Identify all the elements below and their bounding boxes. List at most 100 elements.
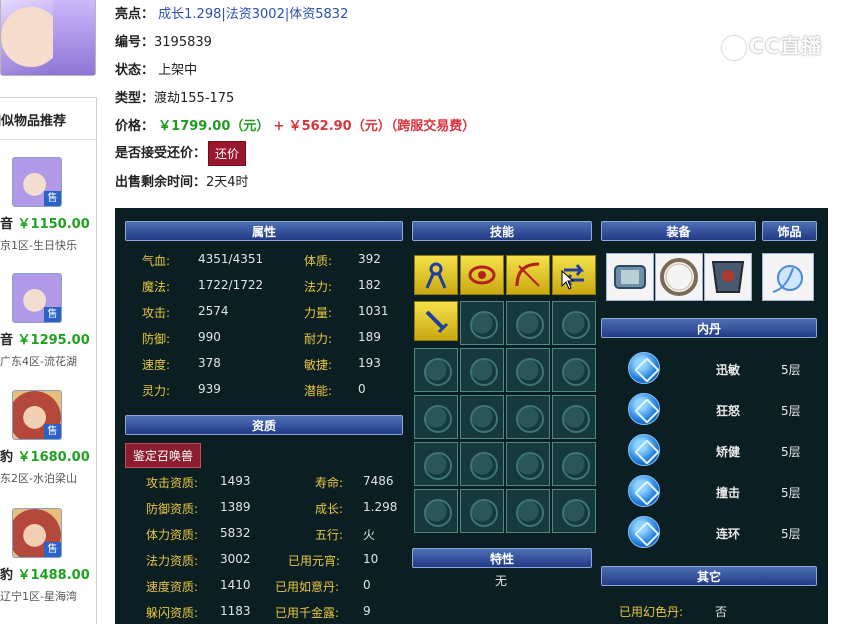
equipment-ring-slot[interactable] <box>655 253 703 301</box>
appraise-pet-button[interactable]: 鉴定召唤兽 <box>125 443 202 468</box>
attr-row: 潜能: 0 <box>304 382 366 398</box>
empty-skill-slot <box>460 442 504 486</box>
recommend-price: 音 ￥1150.00 <box>0 217 90 232</box>
neidan-level: 5层 <box>781 404 801 418</box>
highlight-link[interactable]: 体资5832 <box>289 7 348 22</box>
highlight-link[interactable]: 成长1.298 <box>158 7 221 22</box>
attr-row: 气血: 4351/4351 <box>142 252 264 268</box>
recommend-price: 音 ￥1295.00 <box>0 333 90 348</box>
status-value: 上架中 <box>158 63 198 78</box>
recommend-avatar[interactable]: 售 <box>12 157 62 207</box>
empty-skill-slot <box>552 301 596 345</box>
neidan-name: 连环 <box>716 527 741 541</box>
neidan-impact-icon[interactable] <box>628 475 660 507</box>
recommend-server: 辽宁1区-星海湾 <box>0 590 77 603</box>
recommend-server: 广东4区-流花湖 <box>0 355 77 368</box>
highlight-link[interactable]: 法资3002 <box>226 7 285 22</box>
empty-skill-slot <box>460 348 504 392</box>
header-traits: 特性 <box>412 548 592 568</box>
attr-row: 耐力: 189 <box>304 330 381 346</box>
header-aptitude: 资质 <box>125 415 403 435</box>
empty-skill-slot <box>506 348 550 392</box>
aptitude-row: 防御资质: 1389 <box>146 500 251 516</box>
sale-badge: 售 <box>44 542 61 557</box>
haggle-button[interactable]: 还价 <box>208 141 247 166</box>
attr-row: 灵力: 939 <box>142 382 221 398</box>
recommend-item[interactable]: 售 音 ￥1295.00 广东4区-流花湖 <box>0 273 97 383</box>
accessory-slot[interactable] <box>762 253 814 301</box>
empty-skill-slot <box>552 348 596 392</box>
id-value: 3195839 <box>154 35 212 50</box>
armor-icon <box>614 265 646 289</box>
empty-skill-slot <box>460 489 504 533</box>
collar-icon <box>711 261 745 293</box>
empty-skill-slot <box>414 489 458 533</box>
skill-slot[interactable] <box>506 255 550 295</box>
attr-row: 魔法: 1722/1722 <box>142 278 264 294</box>
recommend-item[interactable]: 售 音 ￥1150.00 京1区-生日快乐 <box>0 157 97 267</box>
empty-skill-slot <box>506 442 550 486</box>
neidan-rage-icon[interactable] <box>628 393 660 425</box>
neidan-chain-icon[interactable] <box>628 516 660 548</box>
skill-slot[interactable] <box>414 255 458 295</box>
type-row: 类型：渡劫155-175 <box>115 91 235 106</box>
recommend-server: 东2区-水泊梁山 <box>0 472 77 485</box>
haggle-row: 是否接受还价： 还价 <box>115 141 247 166</box>
aptitude-row: 五行: 火 <box>315 528 376 542</box>
empty-skill-slot <box>552 442 596 486</box>
time-left-value: 2天4时 <box>206 175 249 190</box>
attr-row: 力量: 1031 <box>304 304 389 320</box>
aptitude-row: 已用元宵: 10 <box>288 552 379 568</box>
neidan-level: 5层 <box>781 486 801 500</box>
recommend-avatar[interactable]: 售 <box>12 273 62 323</box>
recommend-server: 京1区-生日快乐 <box>0 239 77 252</box>
id-row: 编号：3195839 <box>115 35 212 50</box>
sale-badge: 售 <box>44 191 61 206</box>
aptitude-row: 已用如意丹: 0 <box>275 578 371 594</box>
recommend-avatar[interactable]: 售 <box>12 508 62 558</box>
type-value: 渡劫155-175 <box>154 91 235 106</box>
header-neidan: 内丹 <box>601 318 817 338</box>
sidebar: 相似物品推荐 售 音 ￥1150.00 京1区-生日快乐 售 音 ￥1295.0… <box>0 0 97 624</box>
empty-skill-slot <box>414 442 458 486</box>
equipment-armor-slot[interactable] <box>606 253 654 301</box>
recommend-item[interactable]: 售 豹 ￥1680.00 东2区-水泊梁山 <box>0 390 97 500</box>
empty-skill-slot <box>506 301 550 345</box>
price-row: 价格： ￥1799.00（元） + ￥562.90（元）（跨服交易费） <box>115 119 476 134</box>
neidan-speed-icon[interactable] <box>628 352 660 384</box>
attr-row: 体质: 392 <box>304 252 381 268</box>
neidan-level: 5层 <box>781 445 801 459</box>
neidan-name: 狂怒 <box>716 404 741 418</box>
header-accessory: 饰品 <box>762 221 817 241</box>
header-equipment: 装备 <box>601 221 756 241</box>
recommend-price: 豹 ￥1680.00 <box>0 450 90 465</box>
sale-badge: 售 <box>44 424 61 439</box>
mouse-cursor-icon <box>561 269 575 294</box>
recommend-item[interactable]: 售 豹 ￥1488.00 辽宁1区-星海湾 <box>0 508 97 618</box>
equipment-collar-slot[interactable] <box>704 253 752 301</box>
neidan-level: 5层 <box>781 527 801 541</box>
neidan-name: 撞击 <box>716 486 741 500</box>
aptitude-row: 速度资质: 1410 <box>146 578 251 594</box>
skill-slot[interactable] <box>414 301 458 341</box>
aptitude-row: 寿命: 7486 <box>315 474 394 490</box>
aptitude-row: 已用千金露: 9 <box>275 604 371 620</box>
skill-bow-icon <box>515 262 540 287</box>
empty-skill-slot <box>506 489 550 533</box>
skill-slot[interactable] <box>460 255 504 295</box>
attr-row: 敏捷: 193 <box>304 356 381 372</box>
aptitude-row: 体力资质: 5832 <box>146 526 251 542</box>
empty-skill-slot <box>414 348 458 392</box>
price-value: ￥1799.00（元） <box>158 119 270 134</box>
neidan-vigor-icon[interactable] <box>628 434 660 466</box>
attr-row: 攻击: 2574 <box>142 304 229 320</box>
time-left-row: 出售剩余时间：2天4时 <box>115 175 249 190</box>
empty-skill-slot <box>460 395 504 439</box>
aptitude-row: 攻击资质: 1493 <box>146 474 251 490</box>
recommend-avatar[interactable]: 售 <box>12 390 62 440</box>
other-row: 已用幻色丹: 否 <box>619 605 728 619</box>
attr-row: 速度: 378 <box>142 356 221 372</box>
pet-avatar <box>0 0 96 76</box>
recommend-price: 豹 ￥1488.00 <box>0 568 90 583</box>
header-skills: 技能 <box>412 221 592 241</box>
